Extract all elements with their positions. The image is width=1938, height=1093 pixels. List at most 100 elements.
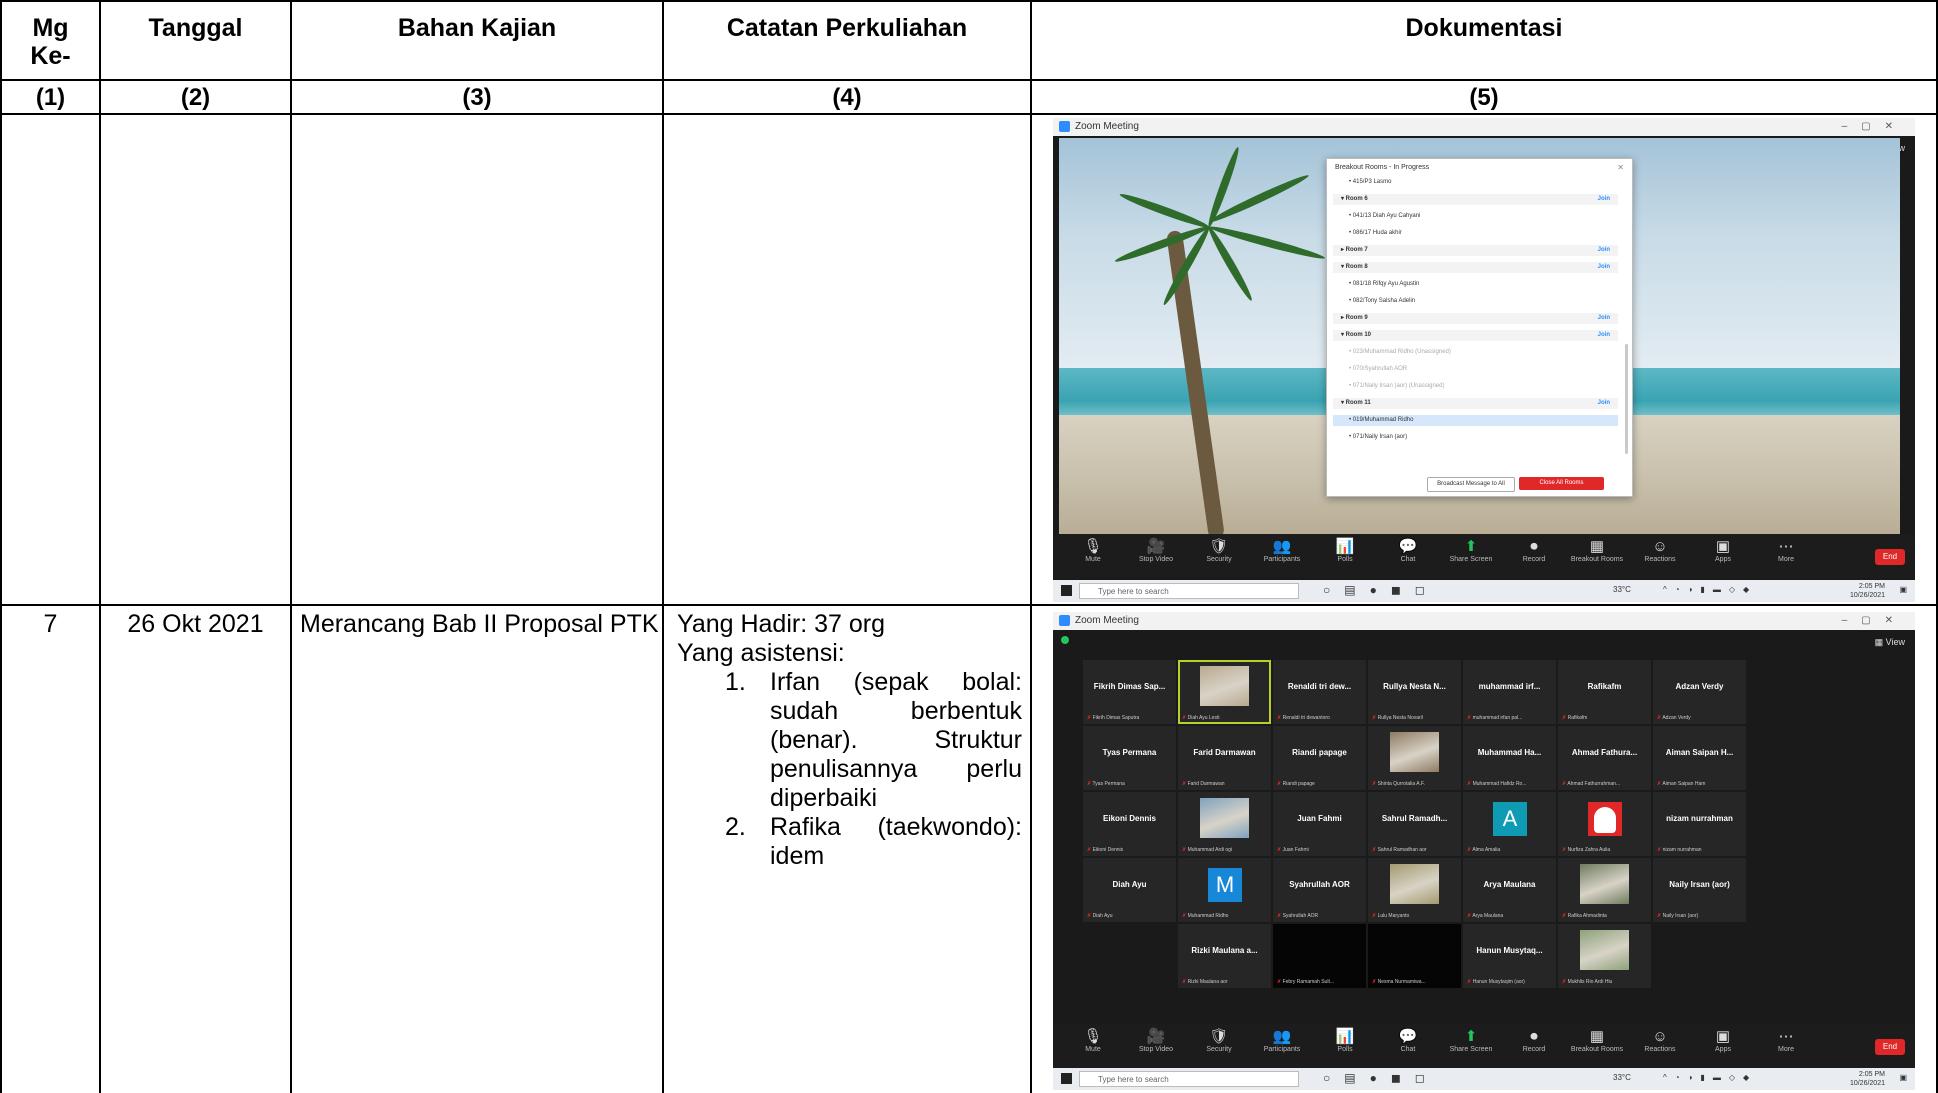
taskbar-pinned-apps[interactable]: ○▤●◼◻ [1323, 583, 1439, 597]
toolbar-stop-video-button[interactable]: 🎥 Stop Video [1126, 538, 1186, 563]
breakout-participant[interactable]: • 082/Tony Salsha Adelin [1333, 296, 1618, 307]
toolbar-share-screen-button[interactable]: ⬆ Share Screen [1441, 538, 1501, 563]
taskbar-search-input[interactable]: Type here to search [1079, 583, 1299, 599]
notifications-icon[interactable]: ▣ [1899, 1073, 1907, 1082]
participant-tile[interactable]: Eikoni Dennis ✗ Eikoni Dennis [1083, 792, 1176, 856]
toolbar-participants-button[interactable]: 👥 Participants [1252, 538, 1312, 563]
toolbar-security-button[interactable]: 🛡 Security [1189, 1028, 1249, 1053]
toolbar-chat-button[interactable]: 💬 Chat [1378, 1028, 1438, 1053]
system-tray-icons[interactable]: ^◔◑▮▬◇◆ [1663, 585, 1757, 594]
participant-tile[interactable]: A ✗ Alma Amalia [1463, 792, 1556, 856]
close-icon[interactable]: ✕ [1617, 163, 1624, 172]
breakout-participant[interactable]: • 041/13 Diah Ayu Cahyani [1333, 211, 1618, 222]
window-controls[interactable]: –▢✕ [1842, 118, 1907, 136]
toolbar-share-screen-button[interactable]: ⬆ Share Screen [1441, 1028, 1501, 1053]
broadcast-message-button[interactable]: Broadcast Message to All [1427, 477, 1515, 492]
participant-tile[interactable]: ✗ Muhammad Ardi ogi [1178, 792, 1271, 856]
toolbar-more-button[interactable]: ⋯ More [1756, 1028, 1816, 1053]
windows-start-icon[interactable] [1061, 1073, 1072, 1084]
close-all-rooms-button[interactable]: Close All Rooms [1519, 477, 1604, 490]
toolbar-breakout-rooms-button[interactable]: ▦ Breakout Rooms [1567, 1028, 1627, 1053]
breakout-participant[interactable]: • 019/Muhammad Ridho [1333, 415, 1618, 426]
breakout-participant[interactable]: • 071/Naily Irsan (aor) [1333, 432, 1618, 443]
participant-tile[interactable]: Sahrul Ramadh... ✗ Sahrul Ramadhan aor [1368, 792, 1461, 856]
participant-caption: ✗ Sahrul Ramadhan aor [1372, 847, 1427, 853]
breakout-room-header[interactable]: ▾ Room 10 Join [1333, 330, 1618, 341]
participant-tile[interactable]: ✗ Nurfiza Zahra Aulia [1558, 792, 1651, 856]
participant-tile[interactable]: ✗ Lulu Maryanto [1368, 858, 1461, 922]
participant-tile[interactable]: Naily Irsan (aor) ✗ Naily Irsan (aor) [1653, 858, 1746, 922]
notifications-icon[interactable]: ▣ [1899, 585, 1907, 594]
toolbar-chat-button[interactable]: 💬 Chat [1378, 538, 1438, 563]
participant-tile[interactable]: ✗ Nesma Nurmamiwa... [1368, 924, 1461, 988]
participant-tile[interactable]: Rizki Maulana a... ✗ Rizki Maulana aor [1178, 924, 1271, 988]
breakout-participant[interactable]: • 070/Syahrullah AOR [1333, 364, 1618, 375]
participant-tile[interactable]: Muhammad Ha... ✗ Muhammad Hafidz Ro... [1463, 726, 1556, 790]
system-tray-icons[interactable]: ^◔◑▮▬◇◆ [1663, 1073, 1757, 1082]
toolbar-reactions-button[interactable]: ☺ Reactions [1630, 1028, 1690, 1053]
participant-tile[interactable]: Ahmad Fathura... ✗ Ahmad Fathurrahman... [1558, 726, 1651, 790]
taskbar-pinned-apps[interactable]: ○▤●◼◻ [1323, 1071, 1439, 1085]
join-room-link[interactable]: Join [1598, 313, 1610, 324]
end-meeting-button[interactable]: End [1875, 549, 1905, 565]
participant-tile[interactable]: Adzan Verdy ✗ Adzan Verdy [1653, 660, 1746, 724]
participant-tile[interactable]: Fikrih Dimas Sap... ✗ Fikrih Dimas Saputr… [1083, 660, 1176, 724]
toolbar-mute-button[interactable]: 🎙 Mute [1063, 538, 1123, 563]
toolbar-record-button[interactable]: ⏺ Record [1504, 1028, 1564, 1053]
toolbar-mute-button[interactable]: 🎙 Mute [1063, 1028, 1123, 1053]
participant-tile[interactable]: ✗ Shinta Qurrotalia A.F. [1368, 726, 1461, 790]
participant-tile[interactable]: Tyas Permana ✗ Tyas Permana [1083, 726, 1176, 790]
end-meeting-button[interactable]: End [1875, 1039, 1905, 1055]
toolbar-stop-video-button[interactable]: 🎥 Stop Video [1126, 1028, 1186, 1053]
join-room-link[interactable]: Join [1598, 194, 1610, 205]
toolbar-apps-button[interactable]: ▣ Apps [1693, 1028, 1753, 1053]
participant-tile[interactable]: muhammad irf... ✗ muhammad irfan pal... [1463, 660, 1556, 724]
participant-tile[interactable]: Diah Ayu ✗ Diah Ayu [1083, 858, 1176, 922]
toolbar-apps-button[interactable]: ▣ Apps [1693, 538, 1753, 563]
join-room-link[interactable]: Join [1598, 398, 1610, 409]
toolbar-polls-button[interactable]: 📊 Polls [1315, 1028, 1375, 1053]
toolbar-more-button[interactable]: ⋯ More [1756, 538, 1816, 563]
toolbar-breakout-rooms-button[interactable]: ▦ Breakout Rooms [1567, 538, 1627, 563]
toolbar-reactions-button[interactable]: ☺ Reactions [1630, 538, 1690, 563]
breakout-participant[interactable]: • 081/18 Rifqy Ayu Agustin [1333, 279, 1618, 290]
participant-tile[interactable]: nizam nurrahman ✗ nizam nurrahman [1653, 792, 1746, 856]
breakout-room-header[interactable]: ▾ Room 6 Join [1333, 194, 1618, 205]
breakout-participant[interactable]: • 086/17 Huda akhir [1333, 228, 1618, 239]
toolbar-participants-button[interactable]: 👥 Participants [1252, 1028, 1312, 1053]
breakout-participant[interactable]: • 071/Naily Irsan (aor) (Unassigned) [1333, 381, 1618, 392]
participant-tile[interactable]: M ✗ Muhammad Ridho [1178, 858, 1271, 922]
join-room-link[interactable]: Join [1598, 262, 1610, 273]
breakout-room-header[interactable]: ▾ Room 11 Join [1333, 398, 1618, 409]
participant-tile[interactable]: ✗ Rafika Ahmadinta [1558, 858, 1651, 922]
participant-name: nizam nurrahman [1666, 814, 1733, 823]
participant-tile[interactable]: Arya Maulana ✗ Arya Maulana [1463, 858, 1556, 922]
breakout-participant[interactable]: • 415/P3 Lasmo [1333, 177, 1618, 188]
windows-start-icon[interactable] [1061, 585, 1072, 596]
participant-tile[interactable]: Aiman Saipan H... ✗ Aiman Saipan Ham [1653, 726, 1746, 790]
participant-tile[interactable]: Rullya Nesta N... ✗ Rullya Nesta Novaril [1368, 660, 1461, 724]
participant-tile[interactable]: Juan Fahmi ✗ Juan Fahmi [1273, 792, 1366, 856]
breakout-participant[interactable]: • 023/Muhammad Ridho (Unassigned) [1333, 347, 1618, 358]
participant-tile[interactable]: Renaldi tri dew... ✗ Renaldi tri dewantor… [1273, 660, 1366, 724]
column-number-2: (2) [180, 84, 211, 111]
participant-tile[interactable]: Farid Darmawan ✗ Farid Darmawan [1178, 726, 1271, 790]
participant-tile[interactable]: Syahrullah AOR ✗ Syahrullah AOR [1273, 858, 1366, 922]
participant-tile[interactable]: ✗ Mukhlis Rio Ardi Hiu [1558, 924, 1651, 988]
toolbar-security-button[interactable]: 🛡 Security [1189, 538, 1249, 563]
join-room-link[interactable]: Join [1598, 245, 1610, 256]
toolbar-record-button[interactable]: ⏺ Record [1504, 538, 1564, 563]
breakout-scrollbar[interactable] [1625, 344, 1628, 454]
participant-tile[interactable]: Rafikafm ✗ Rafikafm [1558, 660, 1651, 724]
participant-tile[interactable]: ✗ Febry Ramamah Sult... [1273, 924, 1366, 988]
participant-tile[interactable]: Hanun Musytaq... ✗ Hanun Musytaqim (aor) [1463, 924, 1556, 988]
breakout-room-header[interactable]: ▾ Room 8 Join [1333, 262, 1618, 273]
toolbar-polls-button[interactable]: 📊 Polls [1315, 538, 1375, 563]
breakout-room-header[interactable]: ▸ Room 7 Join [1333, 245, 1618, 256]
participant-tile[interactable]: Riandi papage ✗ Riandi papage [1273, 726, 1366, 790]
taskbar-search-input[interactable]: Type here to search [1079, 1071, 1299, 1087]
record-icon: ⏺ [1530, 538, 1538, 555]
participant-tile[interactable]: ✗ Diah Ayu Lesti [1178, 660, 1271, 724]
join-room-link[interactable]: Join [1598, 330, 1610, 341]
breakout-room-header[interactable]: ▸ Room 9 Join [1333, 313, 1618, 324]
